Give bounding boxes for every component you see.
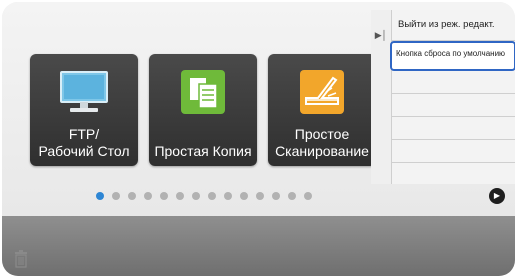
- tile-label: FTP/ Рабочий Стол: [38, 126, 130, 159]
- page-dot[interactable]: [176, 192, 184, 200]
- page-dot[interactable]: [256, 192, 264, 200]
- bottom-bar: [2, 216, 515, 276]
- page-dot[interactable]: [304, 192, 312, 200]
- expand-left-icon: ▶│: [374, 30, 388, 40]
- page-indicator: [96, 192, 312, 200]
- page-dot[interactable]: [224, 192, 232, 200]
- next-page-icon: ▶: [493, 191, 501, 200]
- page-dot[interactable]: [272, 192, 280, 200]
- trash-icon[interactable]: [14, 250, 28, 268]
- empty-list-item: [392, 71, 515, 94]
- action-panel: ▶│ Выйти из реж. редакт. Кнопка сброса п…: [371, 10, 515, 184]
- copy-document-icon: [181, 70, 225, 114]
- page-dot[interactable]: [96, 192, 104, 200]
- tile-label: Простое Сканирование: [275, 126, 369, 159]
- action-list: Выйти из реж. редакт. Кнопка сброса по у…: [390, 10, 515, 184]
- page-dot[interactable]: [128, 192, 136, 200]
- page-dot[interactable]: [144, 192, 152, 200]
- tile-ftp-desktop[interactable]: FTP/ Рабочий Стол: [30, 54, 138, 166]
- page-dot[interactable]: [288, 192, 296, 200]
- empty-list-item: [392, 94, 515, 117]
- empty-list-item: [392, 117, 515, 140]
- next-page-button[interactable]: ▶: [489, 188, 505, 204]
- page-dot[interactable]: [112, 192, 120, 200]
- tile-simple-copy[interactable]: Простая Копия: [149, 54, 257, 166]
- shortcut-tiles: FTP/ Рабочий Стол Простая Копия Простое …: [30, 54, 376, 166]
- page-dot[interactable]: [160, 192, 168, 200]
- tile-simple-scan[interactable]: Простое Сканирование: [268, 54, 376, 166]
- empty-list-item: [392, 140, 515, 163]
- reset-default-button[interactable]: Кнопка сброса по умолчанию: [390, 41, 515, 71]
- monitor-icon: [60, 71, 108, 112]
- exit-edit-mode-item[interactable]: Выйти из реж. редакт.: [392, 10, 515, 41]
- page-dot[interactable]: [208, 192, 216, 200]
- tile-label: Простая Копия: [154, 143, 252, 159]
- panel-toggle-button[interactable]: ▶│: [371, 24, 391, 46]
- page-dot[interactable]: [240, 192, 248, 200]
- page-dot[interactable]: [192, 192, 200, 200]
- scanner-icon: [300, 70, 344, 114]
- device-screen: FTP/ Рабочий Стол Простая Копия Простое …: [2, 2, 515, 276]
